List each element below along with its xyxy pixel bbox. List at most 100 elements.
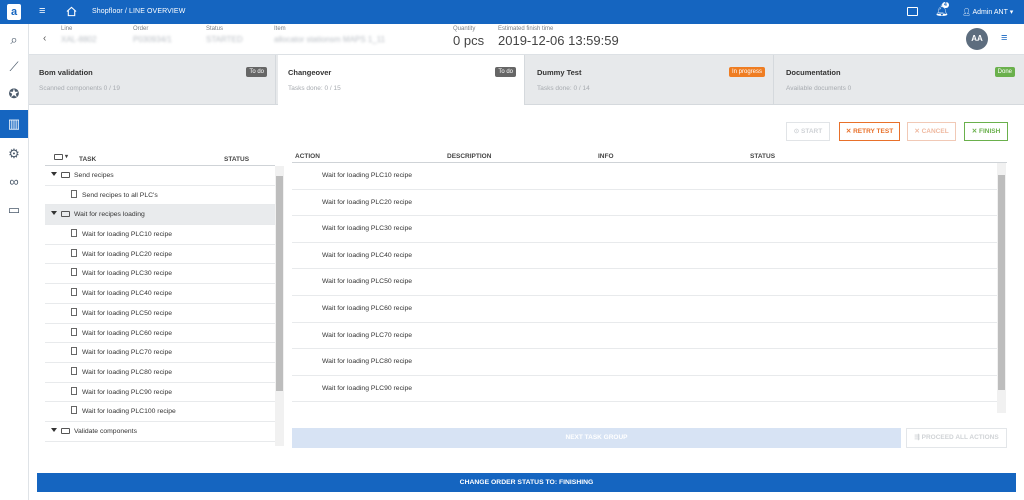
table-row[interactable]: Wait for loading PLC90 recipe (292, 376, 997, 403)
status-badge: To do (495, 67, 516, 77)
tab-documentation[interactable]: Documentation Available documents 0 Done (776, 55, 1023, 105)
link-icon[interactable]: ∞ (0, 168, 28, 196)
start-button[interactable]: ⊙ START (786, 122, 830, 141)
folder-icon (61, 172, 70, 178)
tree-item-row[interactable]: Send recipes to all PLC's (45, 186, 275, 206)
tree-item-row[interactable]: Wait for loading PLC90 recipe (45, 383, 275, 403)
description-column-header: DESCRIPTION (447, 153, 492, 160)
tree-item-row[interactable]: Wait for loading PLC10 recipe (45, 225, 275, 245)
retry-test-button[interactable]: ✕ RETRY TEST (839, 122, 900, 141)
mail-icon[interactable] (907, 7, 918, 16)
settings-gears-icon[interactable]: ⚙ (0, 140, 28, 168)
status-column-header: STATUS (750, 153, 776, 160)
chevron-down-icon[interactable]: ▾ (65, 153, 68, 160)
action-label: Wait for loading PLC20 recipe (322, 198, 413, 206)
task-tree-header: ▾ TASK STATUS (45, 150, 275, 166)
finish-time-value: 2019-12-06 13:59:59 (498, 33, 619, 48)
award-icon[interactable]: ✪ (0, 80, 28, 108)
proceed-all-actions-button[interactable]: ⇶ PROCEED ALL ACTIONS (906, 428, 1007, 448)
action-column-header: ACTION (295, 153, 320, 160)
table-row[interactable]: Wait for loading PLC70 recipe (292, 323, 997, 350)
tree-item-row[interactable]: Wait for loading PLC60 recipe (45, 324, 275, 344)
monitor-icon[interactable]: ▭ (0, 196, 28, 224)
tree-item-row[interactable]: Wait for loading PLC20 recipe (45, 245, 275, 265)
folder-icon (61, 427, 70, 434)
tree-item-row[interactable]: Wait for loading PLC40 recipe (45, 284, 275, 304)
back-arrow-icon[interactable]: ‹ (43, 33, 46, 44)
tree-group-row[interactable]: Validate components (45, 422, 275, 442)
action-label: Wait for loading PLC80 recipe (322, 358, 413, 366)
tree-group-row[interactable]: Send recipes (45, 166, 275, 186)
scroll-thumb[interactable] (998, 175, 1005, 390)
tab-changeover[interactable]: Changeover Tasks done: 0 / 15 To do (278, 55, 525, 106)
task-column-header: TASK (79, 156, 97, 163)
change-order-status-button[interactable]: CHANGE ORDER STATUS TO: FINISHING (37, 473, 1016, 492)
table-row[interactable]: Wait for loading PLC50 recipe (292, 269, 997, 296)
tree-row-label: Wait for loading PLC60 recipe (82, 329, 173, 337)
next-task-group-button[interactable]: NEXT TASK GROUP (292, 428, 901, 448)
user-menu[interactable]: 👤︎ Admin ANT ▾ (962, 8, 1013, 16)
app-logo[interactable]: a (7, 4, 21, 20)
table-row[interactable]: Wait for loading PLC20 recipe (292, 190, 997, 217)
finish-time-field: Estimated finish time 2019-12-06 13:59:59 (498, 26, 619, 48)
tree-item-row[interactable]: Send component validation to (45, 442, 275, 446)
info-column-header: INFO (598, 153, 614, 160)
task-group-tabs: Bom validation Scanned components 0 / 19… (29, 55, 1024, 106)
caret-down-icon[interactable] (51, 427, 57, 432)
list-menu-icon[interactable]: ≡ (1001, 32, 1007, 44)
table-row[interactable]: Wait for loading PLC10 recipe (292, 163, 997, 190)
order-header: ‹ Line XAL-8802 Order P030934/1 Status STAR… (29, 24, 1024, 55)
finish-button[interactable]: ✕ FINISH (964, 122, 1008, 141)
caret-down-icon[interactable] (51, 211, 57, 216)
hamburger-menu-icon[interactable]: ≡ (39, 6, 45, 17)
tree-row-label: Wait for recipes loading (74, 211, 145, 219)
breadcrumb: Shopfloor / LINE OVERVIEW (92, 8, 186, 15)
tree-scrollbar[interactable] (275, 166, 284, 446)
tree-row-label: Send recipes to all PLC's (82, 191, 158, 199)
folder-icon (61, 211, 70, 218)
document-icon (71, 189, 77, 198)
document-icon (71, 347, 77, 356)
trend-chart-icon[interactable]: ⟋ (0, 53, 28, 81)
tab-bom-validation[interactable]: Bom validation Scanned components 0 / 19… (29, 55, 276, 105)
scroll-thumb[interactable] (276, 176, 283, 391)
tree-group-row[interactable]: Wait for recipes loading (45, 205, 275, 226)
line-value: XAL-8802 (61, 35, 97, 44)
action-label: Wait for loading PLC60 recipe (322, 304, 413, 312)
tree-row-label: Wait for loading PLC90 recipe (82, 388, 173, 396)
tree-item-row[interactable]: Wait for loading PLC100 recipe (45, 402, 275, 422)
user-icon: 👤︎ (962, 9, 973, 16)
table-row[interactable]: Wait for loading PLC30 recipe (292, 216, 997, 243)
action-label: Wait for loading PLC30 recipe (322, 225, 413, 233)
tree-item-row[interactable]: Wait for loading PLC30 recipe (45, 264, 275, 285)
tree-item-row[interactable]: Wait for loading PLC80 recipe (45, 363, 275, 383)
quantity-value: 0 pcs (453, 33, 485, 48)
tree-row-label: Wait for loading PLC40 recipe (82, 290, 173, 298)
user-name: Admin ANT (972, 9, 1008, 16)
document-icon (71, 406, 77, 415)
document-icon (71, 268, 77, 277)
table-row[interactable]: Wait for loading PLC60 recipe (292, 296, 997, 323)
status-column-header: STATUS (224, 156, 250, 163)
status-badge: Done (994, 67, 1015, 77)
tree-row-label: Wait for loading PLC100 recipe (82, 408, 176, 416)
home-icon[interactable] (66, 6, 77, 17)
tab-dummy-test[interactable]: Dummy Test Tasks done: 0 / 14 In progres… (527, 55, 774, 105)
tree-item-row[interactable]: Wait for loading PLC50 recipe (45, 304, 275, 324)
task-tree: Send recipes Send recipes to all PLC's Wai… (45, 166, 275, 446)
document-icon (71, 288, 77, 297)
table-row[interactable]: Wait for loading PLC80 recipe (292, 349, 997, 376)
tree-row-label: Wait for loading PLC20 recipe (82, 250, 173, 258)
search-icon[interactable]: ⌕ (0, 26, 28, 54)
table-row[interactable]: Wait for loading PLC40 recipe (292, 243, 997, 270)
quantity-field: Quantity 0 pcs (453, 26, 485, 48)
line-overview-icon[interactable]: ▥ (0, 110, 28, 138)
caret-down-icon[interactable] (51, 172, 57, 176)
document-icon (71, 248, 77, 257)
avatar[interactable]: AA (966, 28, 988, 50)
action-table-scrollbar[interactable] (997, 163, 1006, 413)
order-field: Order P030934/1 (133, 26, 172, 44)
tree-item-row[interactable]: Wait for loading PLC70 recipe (45, 343, 275, 363)
document-icon (71, 229, 77, 238)
cancel-button[interactable]: ✕ CANCEL (907, 122, 956, 141)
